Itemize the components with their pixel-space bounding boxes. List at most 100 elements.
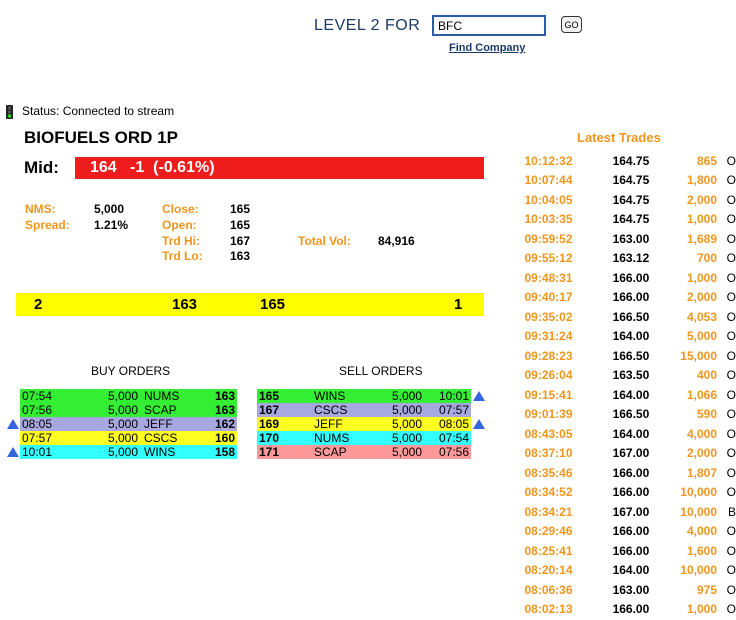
trade-time: 09:48:31 [524, 270, 573, 285]
market-maker: CSCS [144, 431, 178, 445]
trade-price: 166.00 [612, 524, 650, 539]
spread-label: Spread: [25, 218, 70, 232]
trade-time: 10:12:32 [524, 153, 573, 168]
trade-size: 2,000 [686, 192, 717, 207]
order-time: 07:57 [22, 431, 53, 445]
trade-size: 4,000 [686, 524, 717, 539]
page-title: LEVEL 2 FOR [314, 17, 421, 34]
trade-type: O [726, 153, 736, 168]
status-text: Status: Connected to stream [22, 104, 175, 118]
buy-order-row: 07:54 5,000 NUMS 163 [20, 389, 237, 403]
sell-order-row: 167 CSCS 5,000 07:57 [257, 403, 471, 417]
trade-price: 166.00 [612, 602, 650, 617]
trade-time: 09:55:12 [524, 251, 573, 266]
trade-time: 08:43:05 [524, 426, 573, 441]
trade-price: 166.50 [612, 407, 650, 422]
buy-orders-title: BUY ORDERS [91, 364, 171, 378]
trade-size: 2,000 [686, 446, 717, 461]
trade-price: 164.75 [612, 173, 650, 188]
trade-size: 975 [696, 582, 717, 597]
trade-time: 08:06:36 [524, 582, 573, 597]
trade-size: 10,000 [680, 485, 717, 500]
total-volume-value: 84,916 [378, 234, 415, 248]
trade-time: 10:07:44 [524, 173, 573, 188]
trade-price: 164.75 [612, 153, 650, 168]
trade-size: 1,600 [686, 543, 717, 558]
trade-row: 08:20:14 164.00 10,000 O [520, 561, 736, 581]
order-size: 5,000 [107, 431, 138, 445]
order-price: 165 [259, 389, 280, 403]
trade-row: 09:15:41 164.00 1,066 O [520, 385, 736, 405]
trade-low-value: 163 [230, 249, 251, 263]
trade-size: 5,000 [686, 329, 717, 344]
trade-type: O [726, 212, 736, 227]
order-price: 169 [259, 417, 280, 431]
trade-row: 10:12:32 164.75 865 O [520, 151, 736, 171]
trade-size: 1,000 [686, 212, 717, 227]
order-price: 170 [259, 431, 280, 445]
trade-time: 09:26:04 [524, 368, 573, 383]
mid-label: Mid: [24, 158, 59, 177]
trade-row: 08:06:36 163.00 975 O [520, 580, 736, 600]
trade-time: 08:29:46 [524, 524, 573, 539]
best-ask: 165 [260, 296, 286, 313]
find-company-link[interactable]: Find Company [449, 42, 525, 54]
order-time: 07:57 [438, 403, 469, 417]
trade-size: 865 [696, 153, 717, 168]
market-maker: JEFF [144, 417, 173, 431]
trade-row: 08:25:41 166.00 1,600 O [520, 541, 736, 561]
trade-time: 10:03:35 [524, 212, 573, 227]
company-name: BIOFUELS ORD 1P [24, 128, 178, 147]
trade-price: 167.00 [612, 504, 650, 519]
trade-time: 09:15:41 [524, 387, 573, 402]
traffic-light-icon [6, 105, 13, 119]
trade-type: O [726, 251, 736, 266]
market-maker: JEFF [314, 417, 343, 431]
trade-time: 08:20:14 [524, 563, 573, 578]
trade-size: 4,000 [686, 426, 717, 441]
trade-price: 166.00 [612, 543, 650, 558]
trade-time: 09:31:24 [524, 329, 573, 344]
trade-type: O [726, 348, 736, 363]
buy-orders-table: 07:54 5,000 NUMS 163 07:56 5,000 SCAP 163 08:05 5… [20, 389, 237, 459]
market-maker: WINS [314, 389, 346, 403]
trade-high-label: Trd Hi: [162, 234, 200, 248]
trade-size: 1,000 [686, 602, 717, 617]
symbol-input[interactable] [432, 15, 546, 36]
market-maker: NUMS [144, 389, 180, 403]
mid-price: 164 [90, 159, 117, 176]
sell-order-row: 171 SCAP 5,000 07:56 [257, 445, 471, 459]
trade-time: 09:59:52 [524, 231, 573, 246]
trade-time: 08:35:46 [524, 465, 573, 480]
order-time: 07:54 [438, 431, 469, 445]
trade-price: 166.00 [612, 465, 650, 480]
trade-row: 08:37:10 167.00 2,000 O [520, 444, 736, 464]
trade-type: O [726, 446, 736, 461]
trade-time: 08:34:21 [524, 504, 573, 519]
trade-type: O [726, 582, 736, 597]
trade-row: 09:59:52 163.00 1,689 O [520, 229, 736, 249]
trade-high-value: 167 [230, 234, 251, 248]
trade-type: O [726, 270, 736, 285]
trade-price: 164.75 [612, 192, 650, 207]
trade-type: O [726, 290, 736, 305]
trade-price: 164.00 [612, 426, 650, 441]
buy-order-row: 10:01 5,000 WINS 158 [20, 445, 237, 459]
buy-order-row: 08:05 5,000 JEFF 162 [20, 417, 237, 431]
trade-time: 10:04:05 [524, 192, 573, 207]
trade-type: O [726, 563, 736, 578]
trade-time: 08:37:10 [524, 446, 573, 461]
trade-price: 163.00 [612, 231, 650, 246]
trade-price: 164.00 [612, 563, 650, 578]
bid-count: 2 [34, 296, 43, 313]
trade-row: 09:48:31 166.00 1,000 O [520, 268, 736, 288]
order-price: 163 [214, 403, 235, 417]
order-size: 5,000 [391, 389, 422, 403]
order-time: 10:01 [438, 389, 469, 403]
trade-price: 166.50 [612, 309, 650, 324]
best-bid: 163 [172, 296, 198, 313]
go-button[interactable]: GO [561, 16, 582, 33]
open-label: Open: [162, 218, 197, 232]
open-value: 165 [230, 218, 251, 232]
trade-row: 08:02:13 166.00 1,000 O [520, 600, 736, 620]
